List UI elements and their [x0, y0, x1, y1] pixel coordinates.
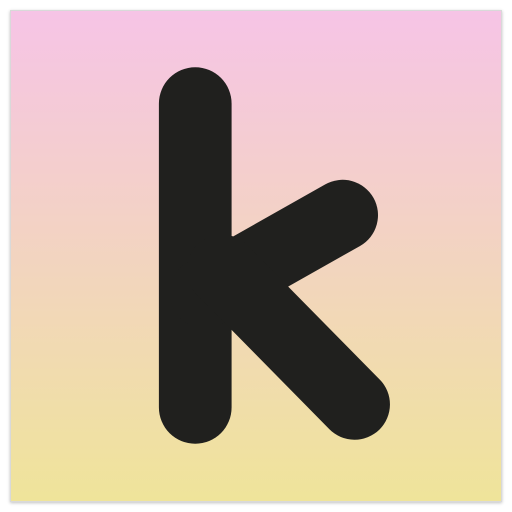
icon-canvas: [0, 0, 512, 512]
letter-k-icon: [11, 11, 501, 501]
app-icon-tile: [10, 10, 502, 502]
